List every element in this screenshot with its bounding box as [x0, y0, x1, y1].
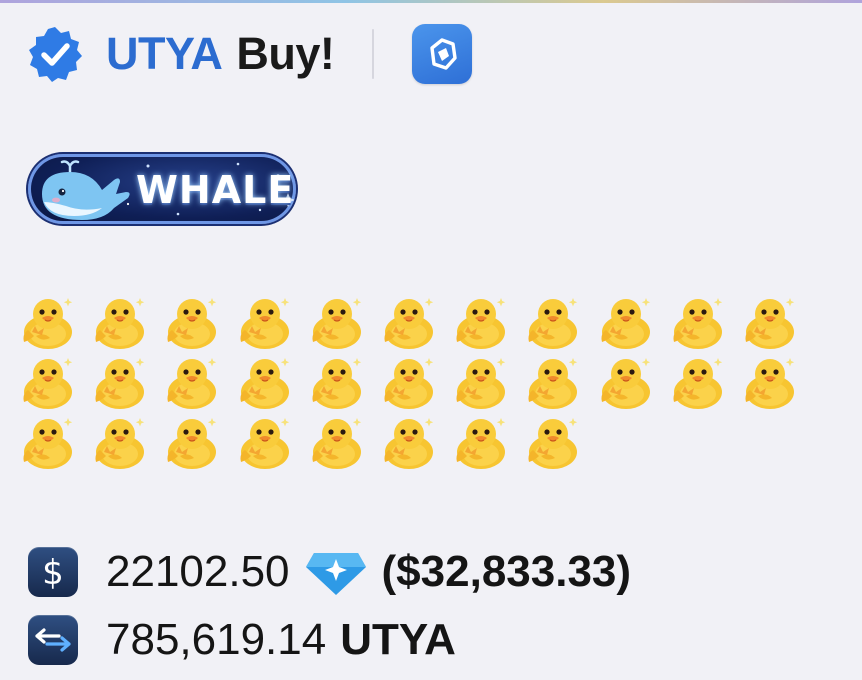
- duck-emoji: [162, 352, 222, 412]
- duck-emoji: [379, 352, 439, 412]
- duck-emoji: [668, 292, 728, 352]
- message-header: UTYA Buy!: [26, 24, 473, 84]
- dollar-icon: $: [28, 547, 78, 597]
- duck-emoji: [451, 352, 511, 412]
- duck-emoji: [523, 352, 583, 412]
- ton-diamond-icon: [305, 553, 366, 595]
- usd-value: ($32,833.33): [381, 547, 632, 596]
- token-amount: 785,619.14: [106, 615, 327, 664]
- token-symbol: UTYA: [340, 615, 456, 664]
- duck-emoji: [307, 292, 367, 352]
- duck-emoji: [162, 292, 222, 352]
- duck-emoji: [307, 412, 367, 472]
- app-logo-icon[interactable]: [412, 24, 473, 84]
- duck-emoji: [379, 412, 439, 472]
- duck-emoji: [307, 352, 367, 412]
- duck-emoji: [162, 412, 222, 472]
- duck-emoji: [235, 352, 295, 412]
- duck-emoji: [523, 412, 583, 472]
- swap-arrows-icon: [28, 615, 78, 665]
- token-amount-row: 785,619.14 UTYA: [28, 615, 456, 665]
- top-accent-line: [0, 0, 862, 3]
- ton-amount-row: $ 22102.50 ($32,833.33): [28, 547, 631, 597]
- token-name[interactable]: UTYA: [106, 28, 223, 80]
- verified-check-icon: [29, 27, 82, 82]
- duck-emoji: [379, 292, 439, 352]
- whale-icon: [42, 160, 130, 220]
- action-label: Buy!: [236, 28, 335, 79]
- duck-emoji: [18, 292, 78, 352]
- duck-emoji: [90, 412, 150, 472]
- header-title: UTYA Buy!: [106, 28, 335, 80]
- duck-emoji: [596, 292, 656, 352]
- whale-badge: WHALE: [28, 154, 296, 224]
- duck-emoji: [90, 352, 150, 412]
- duck-emoji: [740, 352, 800, 412]
- duck-emoji: [668, 352, 728, 412]
- ton-amount: 22102.50: [106, 547, 290, 596]
- header-divider: [372, 29, 375, 79]
- duck-emoji: [90, 292, 150, 352]
- duck-emoji: [596, 352, 656, 412]
- duck-emoji: [18, 412, 78, 472]
- duck-emoji: [523, 292, 583, 352]
- duck-emoji: [18, 352, 78, 412]
- svg-text:$: $: [42, 553, 64, 592]
- duck-emoji: [451, 292, 511, 352]
- duck-emoji: [451, 412, 511, 472]
- duck-emoji: [235, 412, 295, 472]
- duck-emoji: [740, 292, 800, 352]
- duck-emoji: [235, 292, 295, 352]
- badge-label: WHALE: [136, 168, 295, 212]
